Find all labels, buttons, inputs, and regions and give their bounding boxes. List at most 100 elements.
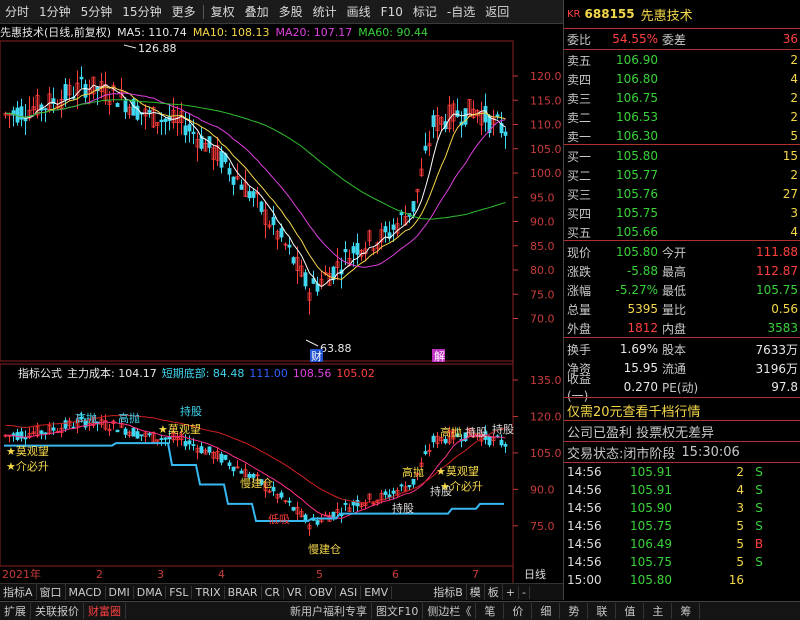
sells-volume: 2 [790, 110, 798, 124]
indicator-tab[interactable]: CR [262, 585, 284, 599]
indicator-tab[interactable]: ASI [336, 585, 362, 599]
promo-text[interactable]: 仅需20元查看千档行情 [564, 401, 701, 420]
buys-level: 买三 [567, 187, 592, 202]
quote2-row: 收益(一) 0.270 PE(动) 97.8 [564, 372, 800, 403]
candle-body [115, 103, 120, 108]
sub-candle-body [163, 437, 168, 440]
sub-candle-body [139, 434, 144, 437]
quote2-value2: 3196万 [755, 361, 798, 376]
price-label: 115.0 [530, 94, 562, 107]
quote1-label2: 最高 [662, 264, 687, 279]
tick-price: 105.75 [630, 519, 672, 533]
indicator-tab[interactable]: - [519, 585, 530, 599]
ma5-line [5, 84, 506, 288]
bottom-item[interactable]: 扩展 [0, 603, 31, 619]
indicator-tab[interactable]: EMV [361, 585, 393, 599]
indicator-tab[interactable]: VR [284, 585, 307, 599]
indicator-name[interactable]: 指标公式 [18, 365, 62, 381]
price-label: 95.0 [530, 191, 555, 204]
quote2-row: 换手 1.69% 股本 7633万 [564, 340, 800, 358]
signal-label: 慢建仓 [240, 476, 273, 490]
indicator-tab[interactable]: FSL [166, 585, 193, 599]
kline-chart[interactable]: 120.0 115.0 110.0 105.0 100.0 95.0 90.0 85.0 80.… [0, 0, 563, 620]
indicator-tab[interactable]: 板 [485, 584, 503, 600]
sells-row: 卖四 106.80 4 [564, 70, 800, 88]
sub-candle-body [343, 502, 348, 505]
date-tick: 6 [392, 567, 399, 581]
bottom-item[interactable]: 图文F10 [372, 603, 424, 619]
tick-direction: S [755, 465, 763, 479]
sub-candle-body [351, 501, 356, 506]
sells-price: 106.80 [616, 72, 658, 86]
candle-body [431, 115, 436, 127]
bottom-item[interactable]: 关联报价 [31, 603, 84, 619]
bottom-item[interactable]: 筹 [672, 603, 701, 619]
date-tick: 5 [316, 567, 323, 581]
sub-candle-body [159, 438, 164, 440]
sub-candle-body [199, 446, 204, 454]
sells-level: 卖二 [567, 110, 592, 125]
bottom-item[interactable]: 联 [588, 603, 617, 619]
signal-label: 高抛 [402, 465, 424, 479]
bottom-item[interactable]: 细 [532, 603, 561, 619]
indicator-tab[interactable]: DMI [106, 585, 134, 599]
quote1-value: -5.88 [626, 264, 658, 278]
sub-candle-body [239, 470, 244, 474]
sells-volume: 5 [790, 129, 798, 143]
indicator-tab[interactable]: MACD [66, 585, 106, 599]
quote2-value2: 7633万 [755, 342, 798, 357]
sub-candle-body [315, 520, 320, 525]
candle-body [159, 119, 164, 123]
signal-label: ★莫观望 [6, 445, 49, 458]
tick-price: 105.91 [630, 483, 672, 497]
bottom-item[interactable]: 笔 [476, 603, 505, 619]
sub-axis-label: 120.0 [530, 410, 562, 423]
indicator-tab[interactable]: 窗口 [37, 584, 66, 600]
weibi-value: 54.55% [612, 32, 658, 46]
sub-pink-line [5, 421, 506, 519]
promo-row[interactable]: 仅需20元查看千档行情 [564, 400, 800, 420]
buys-row: 买五 105.66 4 [564, 223, 800, 241]
buys-row: 买四 105.75 3 [564, 204, 800, 222]
price-label: 70.0 [530, 313, 555, 326]
quote1-label: 现价 [567, 245, 592, 260]
date-tick: 4 [218, 567, 225, 581]
indicator-tab[interactable]: 指标B [430, 584, 467, 600]
bottom-item[interactable]: 主 [644, 603, 673, 619]
sells-price: 106.75 [616, 91, 658, 105]
quote2-label2: PE(动) [662, 380, 699, 395]
price-label: 85.0 [530, 240, 555, 253]
tick-time: 14:56 [567, 555, 602, 569]
bottom-item[interactable]: 值 [616, 603, 645, 619]
bottom-item[interactable]: 势 [560, 603, 589, 619]
candle-body [411, 201, 416, 212]
tick-direction: S [755, 483, 763, 497]
indicator-tab[interactable]: TRIX [192, 585, 225, 599]
sub-candle-body [499, 439, 504, 446]
bottom-item[interactable]: 新用户福利专享 [286, 603, 372, 619]
signal-label: 低吸 [268, 513, 290, 526]
candle-body [79, 76, 84, 80]
tick-volume: 5 [736, 537, 744, 551]
tick-row: 14:56 105.91 4 S [564, 481, 800, 499]
signal-label: 高抛 [118, 411, 140, 425]
sub-candle-body [503, 444, 508, 447]
bottom-item[interactable]: 财富圈 [84, 603, 126, 619]
signal-label: 持股 [465, 425, 487, 439]
ma60-line [5, 99, 506, 220]
tick-direction: B [754, 537, 764, 551]
buys-row: 买三 105.76 27 [564, 185, 800, 203]
indicator-tab[interactable]: DMA [134, 585, 167, 599]
indicator-tab[interactable]: 模 [467, 584, 485, 600]
bottom-item[interactable]: 价 [504, 603, 533, 619]
bottom-item[interactable]: 侧边栏《 [423, 603, 477, 619]
indicator-tab[interactable]: OBV [306, 585, 337, 599]
signal-label: ★莫观望 [436, 465, 479, 478]
indicator-tab[interactable]: 指标A [0, 584, 37, 600]
quote1-label2: 内盘 [662, 321, 687, 336]
sells-level: 卖五 [567, 53, 592, 68]
indicator-tab[interactable]: + [503, 585, 519, 599]
price-label: 105.0 [530, 143, 562, 156]
quote1-row: 总量 5395 量比 0.56 [564, 300, 800, 318]
indicator-tab[interactable]: BRAR [225, 585, 262, 599]
